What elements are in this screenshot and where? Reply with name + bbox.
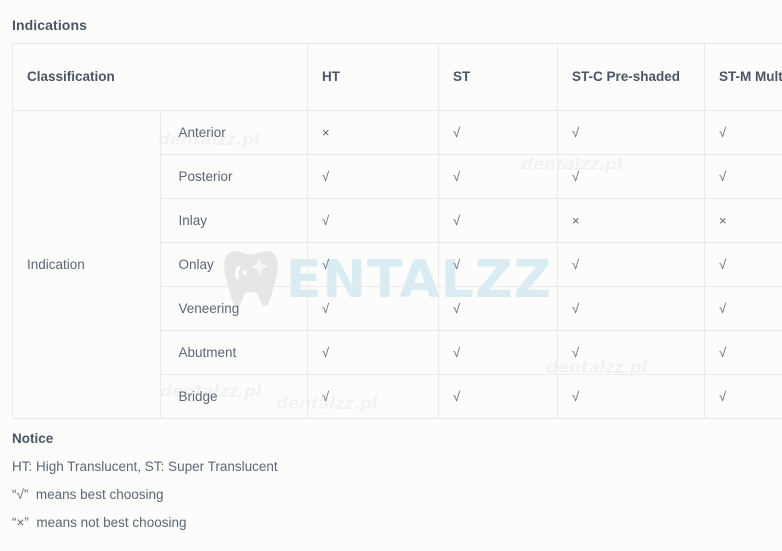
cell-stm: √ [704, 154, 782, 199]
cell-stc: √ [557, 330, 705, 375]
row-label: Inlay [159, 198, 308, 243]
cell-st: √ [438, 242, 558, 287]
cell-st: √ [438, 286, 558, 331]
cell-ht: × [307, 110, 439, 155]
category-cell-indication: Indication [12, 110, 161, 419]
cell-ht: √ [307, 374, 439, 419]
cell-ht: √ [307, 198, 439, 243]
cell-st: √ [438, 110, 558, 155]
cell-stm: √ [704, 374, 782, 419]
cell-stm: √ [704, 286, 782, 331]
table-header-row: Classification HT ST ST-C Pre-shaded ST-… [12, 43, 782, 111]
cell-ht: √ [307, 330, 439, 375]
column-header-classification: Classification [12, 43, 308, 111]
cell-stm: √ [704, 242, 782, 287]
row-label: Bridge [159, 374, 308, 419]
table-row: Indication Anterior × √ √ √ [12, 110, 782, 419]
indications-table: Classification HT ST ST-C Pre-shaded ST-… [12, 43, 782, 419]
cell-stc: √ [557, 286, 705, 331]
page-title: Indications [12, 17, 87, 33]
notice-line-check-meaning: “√” means best choosing [12, 487, 164, 502]
row-label: Abutment [159, 330, 308, 375]
cell-stm: √ [704, 110, 782, 155]
cell-st: √ [438, 330, 558, 375]
column-header-ht: HT [307, 43, 439, 111]
notice-title: Notice [12, 431, 54, 446]
row-label: Veneering [159, 286, 308, 331]
column-header-stm: ST-M Multilayer [704, 43, 782, 111]
cell-stc: √ [557, 242, 705, 287]
cell-ht: √ [307, 286, 439, 331]
cell-st: √ [438, 154, 558, 199]
indications-panel: Indications Classification HT ST ST-C Pr… [0, 0, 782, 530]
table-header: Classification HT ST ST-C Pre-shaded ST-… [12, 43, 782, 111]
cell-stm: √ [704, 330, 782, 375]
table-body: Indication Anterior × √ √ √ Posterior √ √ √ √ Inlay… [12, 110, 782, 419]
column-header-st: ST [438, 43, 558, 111]
cell-stc: √ [557, 110, 705, 155]
cell-stc: √ [557, 374, 705, 419]
cell-stm: × [704, 198, 782, 243]
cell-stc: × [557, 198, 705, 243]
cell-stc: √ [557, 154, 705, 199]
cell-ht: √ [307, 154, 439, 199]
cell-st: √ [438, 198, 558, 243]
cell-st: √ [438, 374, 558, 419]
notice-line-cross-meaning: “×” means not best choosing [12, 515, 187, 530]
cell-ht: √ [307, 242, 439, 287]
row-label: Onlay [159, 242, 308, 287]
column-header-stc: ST-C Pre-shaded [557, 43, 705, 111]
row-label: Anterior [159, 110, 308, 155]
row-label: Posterior [159, 154, 308, 199]
notice-line-definitions: HT: High Translucent, ST: Super Transluc… [12, 459, 278, 474]
